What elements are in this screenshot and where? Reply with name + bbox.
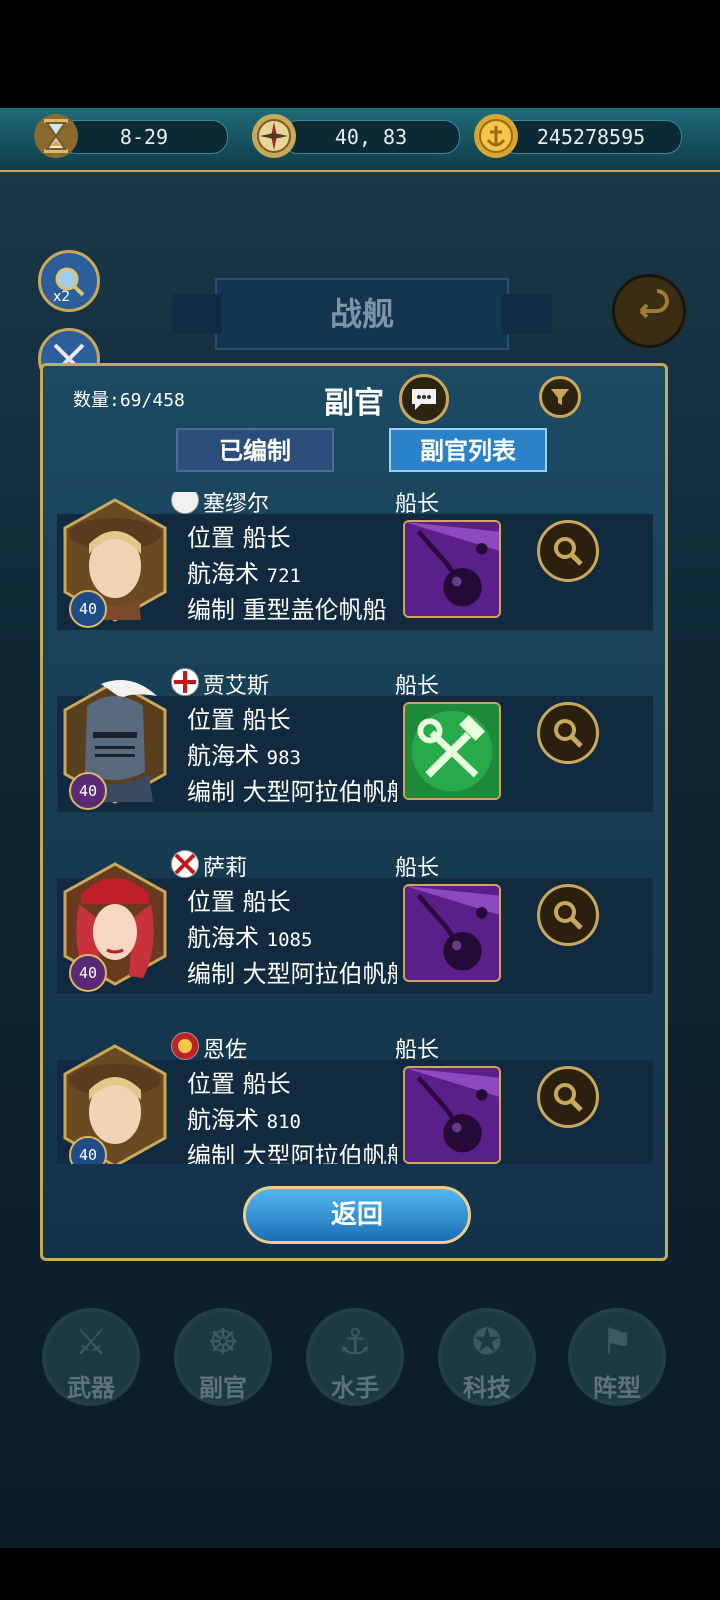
return-button[interactable]: 返回: [243, 1186, 471, 1244]
nav-formation[interactable]: ⚑ 阵型: [568, 1308, 666, 1406]
officer-name: 恩佐: [203, 1038, 248, 1063]
position-line: 位置 船长: [187, 518, 291, 553]
filter-funnel-icon[interactable]: [539, 376, 581, 418]
sword-icon: ⚔: [74, 1322, 108, 1363]
fleet-label: 编制: [187, 596, 235, 624]
hammer-wrench-icon[interactable]: [403, 702, 501, 800]
position-value: 船长: [242, 706, 291, 734]
navigation-line: 航海术 810: [187, 1100, 301, 1135]
position-label: 位置: [187, 888, 235, 916]
officer-rank: 船长: [395, 674, 440, 699]
position-value: 船长: [242, 1070, 291, 1098]
fleet-value: 重型盖伦帆船: [242, 596, 387, 624]
officer-row[interactable]: 塞缪尔 船长 40 位置 船长 航海术 721 编制 重型盖伦帆船: [57, 492, 653, 668]
search-badge: x2: [53, 289, 71, 305]
navigation-label: 航海术: [187, 924, 259, 952]
chat-bubble-icon[interactable]: [399, 374, 449, 424]
navigation-line: 航海术 721: [187, 554, 301, 589]
nav-tech-label: 科技: [463, 1374, 511, 1402]
fleet-value: 大型阿拉伯帆船: [242, 960, 397, 988]
tab-formed[interactable]: 已编制: [176, 428, 334, 472]
background-title: 战舰: [172, 278, 552, 350]
gold-anchor-coin-icon: [474, 114, 518, 158]
position-label: 位置: [187, 524, 235, 552]
game-screen: 视野 71航速 15.5抗久 284.2熟练度 100耐久度淡水 782/816…: [0, 108, 720, 1548]
magnifier-boost-button[interactable]: x2: [38, 250, 100, 312]
coords-display: 40, 83: [282, 120, 460, 154]
nav-formation-label: 阵型: [593, 1374, 641, 1402]
back-arrow-button[interactable]: [612, 274, 686, 348]
officer-level: 40: [69, 954, 107, 992]
fleet-line: 编制 重型盖伦帆船: [187, 590, 387, 625]
flag-icon: ⚑: [600, 1322, 634, 1363]
officer-level: 40: [69, 590, 107, 628]
navigation-value: 810: [266, 1111, 301, 1133]
position-label: 位置: [187, 1070, 235, 1098]
fleet-label: 编制: [187, 960, 235, 988]
navigation-value: 983: [266, 747, 301, 769]
fleet-value: 大型阿拉伯帆船: [242, 1142, 397, 1164]
officer-level: 40: [69, 772, 107, 810]
fleet-line: 编制 大型阿拉伯帆船: [187, 1136, 397, 1164]
officer-name: 萨莉: [203, 856, 248, 881]
venice-flag-icon: [171, 1032, 199, 1060]
position-line: 位置 船长: [187, 700, 291, 735]
position-line: 位置 船长: [187, 1064, 291, 1099]
compass-nav-icon: ✪: [471, 1322, 503, 1363]
fleet-label: 编制: [187, 1142, 235, 1164]
officer-panel: 数量:69/458 副官 已编制 副官列表 塞缪尔 船长 40 位置 船长 航海…: [40, 363, 668, 1261]
nav-tech[interactable]: ✪ 科技: [438, 1308, 536, 1406]
nav-sailors-label: 水手: [331, 1374, 379, 1402]
ball-and-chain-icon[interactable]: [403, 884, 501, 982]
navigation-value: 1085: [266, 929, 313, 951]
gold-display: 245278595: [500, 120, 682, 154]
officer-row[interactable]: 恩佐 船长 40 位置 船长 航海术 810 编制 大型阿拉伯帆船: [57, 1032, 653, 1164]
navigation-value: 721: [266, 565, 301, 587]
ship-wheel-icon: ☸: [206, 1322, 240, 1363]
hook-icon: ⚓: [338, 1322, 372, 1363]
view-details-search-icon[interactable]: [537, 702, 599, 764]
navigation-line: 航海术 983: [187, 736, 301, 771]
officer-rank: 船长: [395, 856, 440, 881]
fleet-value: 大型阿拉伯帆船: [242, 778, 397, 806]
fleet-line: 编制 大型阿拉伯帆船: [187, 954, 397, 989]
position-label: 位置: [187, 706, 235, 734]
tab-officer-list[interactable]: 副官列表: [389, 428, 547, 472]
ball-and-chain-icon[interactable]: [403, 1066, 501, 1164]
navigation-label: 航海术: [187, 742, 259, 770]
officer-rank: 船长: [395, 492, 440, 517]
portugal-flag-icon: [171, 492, 199, 514]
resource-bar: 8-29 40, 83 245278595: [0, 108, 720, 172]
nav-weapons-label: 武器: [67, 1374, 115, 1402]
view-details-search-icon[interactable]: [537, 884, 599, 946]
nav-officers[interactable]: ☸ 副官: [174, 1308, 272, 1406]
officer-rank: 船长: [395, 1038, 440, 1063]
nav-weapons[interactable]: ⚔ 武器: [42, 1308, 140, 1406]
compass-icon: [252, 114, 296, 158]
officer-name: 塞缪尔: [203, 492, 270, 517]
time-display: 8-29: [60, 120, 228, 154]
officer-list[interactable]: 塞缪尔 船长 40 位置 船长 航海术 721 编制 重型盖伦帆船 贾艾斯 船长…: [57, 492, 653, 1164]
navigation-label: 航海术: [187, 560, 259, 588]
view-details-search-icon[interactable]: [537, 1066, 599, 1128]
position-line: 位置 船长: [187, 882, 291, 917]
nav-officers-label: 副官: [199, 1374, 247, 1402]
officer-name: 贾艾斯: [203, 674, 270, 699]
navigation-label: 航海术: [187, 1106, 259, 1134]
position-value: 船长: [242, 524, 291, 552]
spain-flag-icon: [171, 850, 199, 878]
officer-row[interactable]: 贾艾斯 船长 40 位置 船长 航海术 983 编制 大型阿拉伯帆船: [57, 668, 653, 850]
navigation-line: 航海术 1085: [187, 918, 312, 953]
hourglass-icon: [34, 114, 78, 158]
fleet-line: 编制 大型阿拉伯帆船: [187, 772, 397, 807]
nav-sailors[interactable]: ⚓ 水手: [306, 1308, 404, 1406]
england-flag-icon: [171, 668, 199, 696]
view-details-search-icon[interactable]: [537, 520, 599, 582]
officer-row[interactable]: 萨莉 船长 40 位置 船长 航海术 1085 编制 大型阿拉伯帆船: [57, 850, 653, 1032]
position-value: 船长: [242, 888, 291, 916]
ball-and-chain-icon[interactable]: [403, 520, 501, 618]
fleet-label: 编制: [187, 778, 235, 806]
